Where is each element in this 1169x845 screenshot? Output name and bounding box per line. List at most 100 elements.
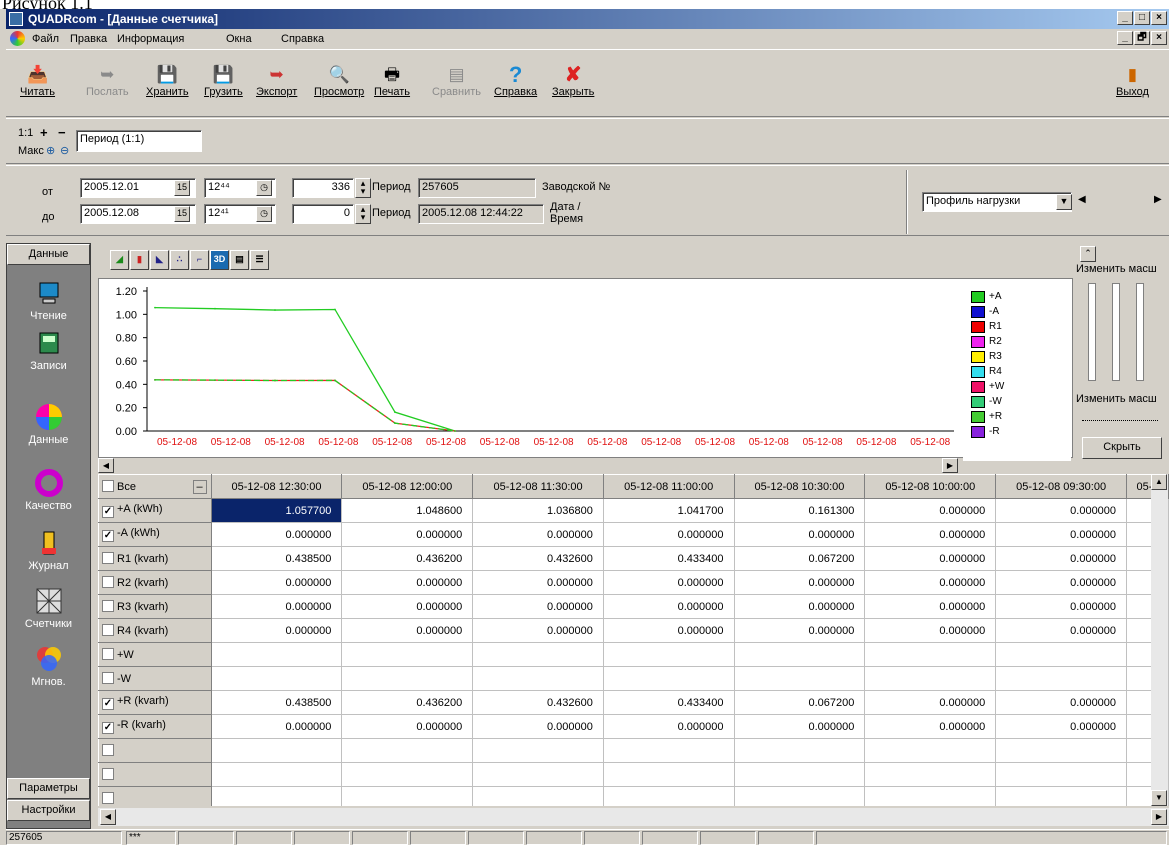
count-to-field[interactable]: 0	[292, 204, 354, 224]
tab-parameters[interactable]: Параметры	[7, 778, 90, 799]
menu-edit[interactable]: Правка	[70, 33, 107, 45]
table-cell[interactable]: 0.000000	[995, 522, 1128, 547]
table-cell[interactable]: 0.000000	[472, 594, 604, 619]
nav-quality[interactable]: Качество	[7, 468, 90, 512]
table-cell[interactable]: 0.438500	[211, 690, 343, 715]
table-cell[interactable]	[603, 786, 735, 806]
scroll-right-icon[interactable]: ▶	[1151, 809, 1167, 825]
table-cell[interactable]: 0.438500	[211, 546, 343, 571]
column-header[interactable]: 05-12-08 12:00:00	[341, 474, 474, 499]
table-cell[interactable]	[472, 762, 604, 787]
child-restore-button[interactable]: 🗗	[1134, 31, 1150, 45]
scatter-chart-icon[interactable]: ∴	[170, 250, 189, 270]
table-cell[interactable]: 0.000000	[864, 714, 997, 739]
slider-track[interactable]	[1088, 283, 1096, 381]
table-cell[interactable]	[864, 762, 997, 787]
table-cell[interactable]: 0.000000	[603, 570, 735, 595]
help-button[interactable]: ? Справка	[494, 64, 537, 99]
table-cell[interactable]: 0.000000	[734, 714, 866, 739]
table-cell[interactable]	[995, 738, 1128, 763]
row-header[interactable]: +W	[98, 642, 212, 667]
slider-track[interactable]	[1112, 283, 1120, 381]
table-cell[interactable]: 0.433400	[603, 690, 735, 715]
read-button[interactable]: 📥 Читать	[20, 64, 55, 98]
table-cell[interactable]	[734, 666, 866, 691]
table-cell[interactable]: 0.000000	[995, 546, 1128, 571]
title-bar[interactable]: QUADRcom - [Данные счетчика] _ □ ×	[6, 9, 1169, 29]
row-header[interactable]: R4 (kvarh)	[98, 618, 212, 643]
3d-icon[interactable]: 3D	[210, 250, 229, 270]
chevron-down-icon[interactable]: ▼	[1056, 194, 1072, 210]
close-doc-button[interactable]: ✘ Закрыть	[552, 64, 594, 98]
table-cell[interactable]: 0.432600	[472, 690, 604, 715]
table-cell[interactable]	[864, 786, 997, 806]
row-header[interactable]: R1 (kvarh)	[98, 546, 212, 571]
table-cell[interactable]: 0.000000	[734, 570, 866, 595]
child-minimize-button[interactable]: _	[1117, 31, 1133, 45]
table-cell[interactable]: 0.000000	[995, 618, 1128, 643]
clock-icon[interactable]: ◷	[256, 206, 272, 222]
nav-records[interactable]: Записи	[7, 328, 90, 372]
table-cell[interactable]: 0.436200	[341, 690, 474, 715]
table-cell[interactable]: 1.048600	[341, 498, 474, 523]
scroll-up-icon[interactable]: ▲	[1151, 474, 1167, 490]
table-cell[interactable]	[995, 786, 1128, 806]
count-from-field[interactable]: 336	[292, 178, 354, 198]
table-cell[interactable]: 0.000000	[472, 618, 604, 643]
spinner-from[interactable]: ▴ ▾	[355, 178, 371, 198]
scroll-down-icon[interactable]: ▼	[1151, 790, 1167, 806]
table-cell[interactable]: 0.000000	[603, 618, 735, 643]
zoom-minus-button[interactable]: −	[58, 125, 66, 140]
row-checkbox[interactable]	[102, 576, 114, 588]
menu-info[interactable]: Информация	[117, 33, 184, 45]
select-all-cell[interactable]: Все –	[98, 474, 212, 499]
calendar-icon[interactable]: 15	[174, 206, 190, 222]
zoom-max-button[interactable]: Макс	[18, 145, 44, 157]
period-zoom-field[interactable]: Период (1:1)	[76, 130, 202, 152]
bar-chart-icon[interactable]: ▮	[130, 250, 149, 270]
table-cell[interactable]: 0.000000	[472, 714, 604, 739]
row-header[interactable]: ✓ +R (kvarh)	[98, 690, 212, 715]
save-button[interactable]: 💾 Хранить	[146, 64, 189, 98]
table-cell[interactable]: 0.000000	[341, 522, 474, 547]
row-header[interactable]: R2 (kvarh)	[98, 570, 212, 595]
table-cell[interactable]: 0.000000	[211, 570, 343, 595]
profile-select[interactable]: Профиль нагрузки	[922, 192, 1072, 212]
send-button[interactable]: ➥ Послать	[86, 64, 129, 98]
tab-settings[interactable]: Настройки	[7, 800, 90, 821]
table-cell[interactable]: 0.432600	[472, 546, 604, 571]
table-cell[interactable]: 0.000000	[864, 594, 997, 619]
row-header[interactable]: ✓ -R (kvarh)	[98, 714, 212, 739]
row-header[interactable]: ✓ -A (kWh)	[98, 522, 212, 547]
preview-button[interactable]: 🔍 Просмотр	[314, 64, 364, 98]
print-button[interactable]: 🖶 Печать	[374, 64, 410, 98]
table-cell[interactable]	[341, 666, 474, 691]
table-cell[interactable]: 0.000000	[734, 618, 866, 643]
column-header[interactable]: 05-12-08 10:00:00	[864, 474, 997, 499]
minimize-button[interactable]: _	[1117, 11, 1133, 25]
zoom-in-icon[interactable]: ⊕	[46, 144, 55, 157]
menu-file[interactable]: Файл	[32, 33, 59, 45]
zoom-out-icon[interactable]: ⊖	[60, 144, 69, 157]
table-cell[interactable]: 0.000000	[211, 618, 343, 643]
row-checkbox[interactable]	[102, 600, 114, 612]
table-cell[interactable]	[472, 666, 604, 691]
table-cell[interactable]	[211, 666, 343, 691]
table-cell[interactable]	[211, 786, 343, 806]
chart-hscrollbar[interactable]: ◀ ▶	[98, 458, 958, 473]
column-header[interactable]: 05-12-08 11:00:00	[602, 474, 735, 499]
table-cell[interactable]: 0.000000	[472, 522, 604, 547]
table-cell[interactable]: 0.000000	[864, 522, 997, 547]
page-icon[interactable]: ▤	[230, 250, 249, 270]
tab-data[interactable]: Данные	[7, 244, 90, 265]
zoom-1to1-button[interactable]: 1:1	[18, 127, 33, 139]
row-checkbox[interactable]: ✓	[102, 698, 114, 710]
slider-track[interactable]	[1136, 283, 1144, 381]
hide-button[interactable]: Скрыть	[1082, 437, 1162, 459]
collapse-icon[interactable]: –	[192, 479, 207, 494]
table-cell[interactable]: 0.000000	[995, 594, 1128, 619]
menu-windows[interactable]: Окна	[226, 33, 252, 45]
row-header[interactable]	[98, 786, 212, 806]
table-cell[interactable]	[995, 666, 1128, 691]
nav-meters[interactable]: Счетчики	[7, 586, 90, 630]
